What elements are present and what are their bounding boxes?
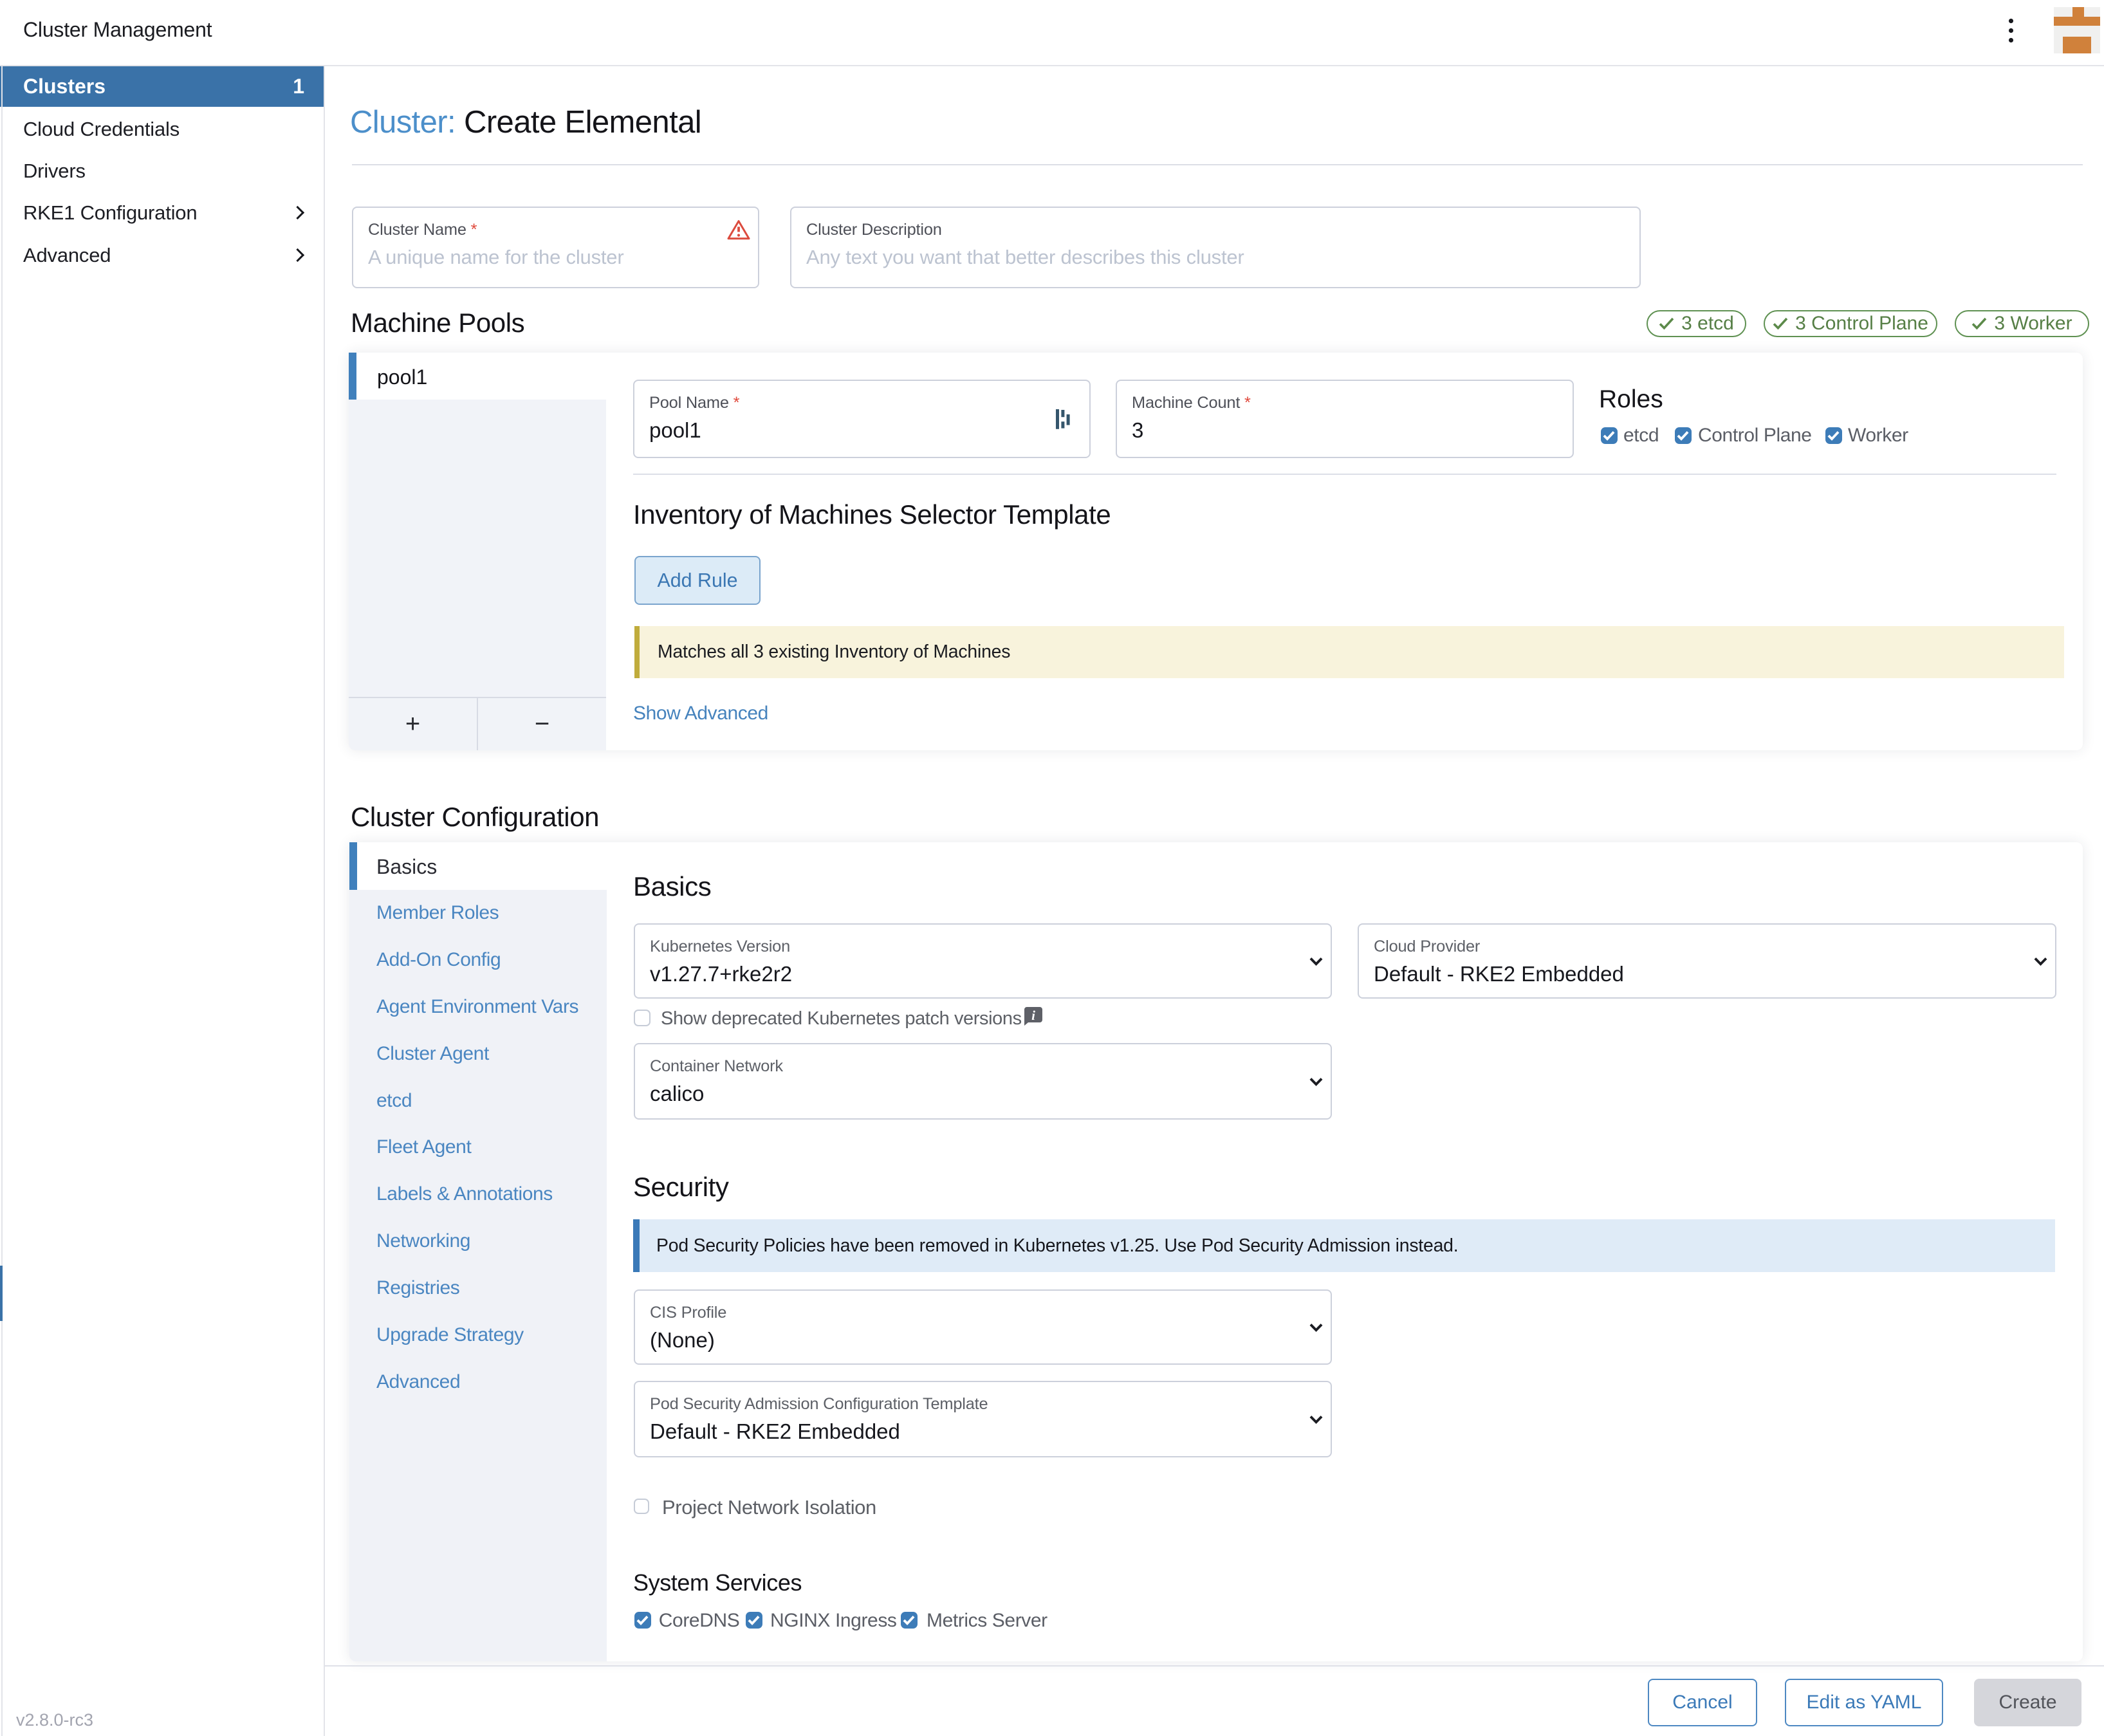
svg-text:i: i (1031, 1008, 1035, 1023)
